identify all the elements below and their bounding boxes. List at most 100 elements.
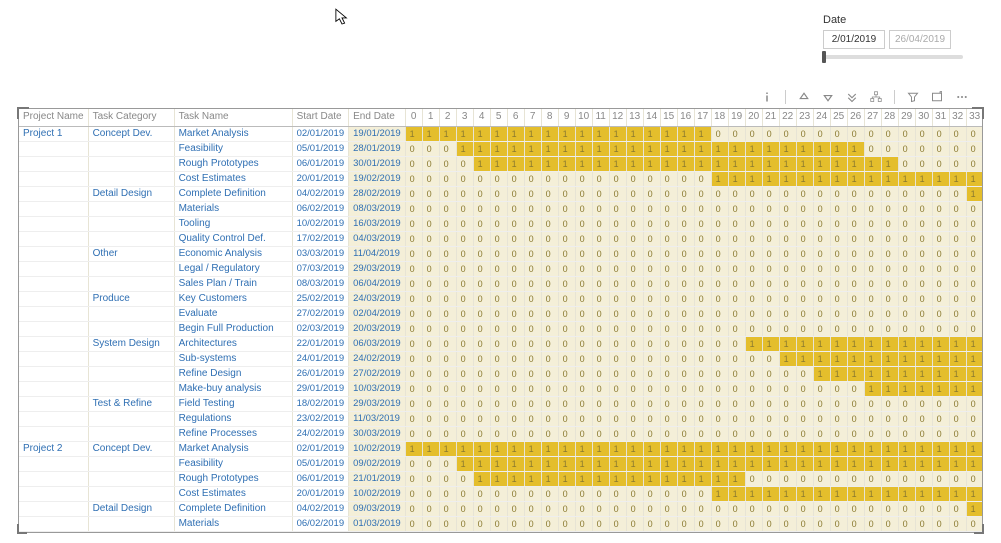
matrix-cell[interactable]: 1 <box>830 441 847 456</box>
matrix-cell[interactable]: 0 <box>915 141 932 156</box>
matrix-cell[interactable]: 0 <box>881 426 898 441</box>
task-cell[interactable]: Key Customers <box>174 291 292 306</box>
category-cell[interactable]: Other <box>88 246 174 261</box>
matrix-cell[interactable]: 1 <box>745 141 762 156</box>
matrix-cell[interactable]: 0 <box>643 381 660 396</box>
matrix-cell[interactable]: 0 <box>728 351 745 366</box>
matrix-cell[interactable]: 0 <box>541 516 558 531</box>
matrix-cell[interactable]: 0 <box>609 171 626 186</box>
matrix-cell[interactable]: 1 <box>643 456 660 471</box>
matrix-cell[interactable]: 1 <box>796 486 813 501</box>
end-date-cell[interactable]: 06/03/2019 <box>349 336 406 351</box>
matrix-cell[interactable]: 0 <box>898 291 915 306</box>
matrix-cell[interactable]: 1 <box>847 351 864 366</box>
category-cell[interactable]: Produce <box>88 291 174 306</box>
matrix-cell[interactable]: 1 <box>762 171 779 186</box>
matrix-cell[interactable]: 1 <box>558 126 575 141</box>
matrix-cell[interactable]: 0 <box>575 516 592 531</box>
task-cell[interactable]: Refine Design <box>174 366 292 381</box>
matrix-cell[interactable]: 0 <box>898 246 915 261</box>
matrix-cell[interactable]: 1 <box>779 156 796 171</box>
matrix-cell[interactable]: 0 <box>745 321 762 336</box>
matrix-cell[interactable]: 0 <box>864 516 881 531</box>
matrix-cell[interactable]: 1 <box>558 456 575 471</box>
matrix-cell[interactable]: 0 <box>507 426 524 441</box>
matrix-cell[interactable]: 1 <box>949 381 966 396</box>
date-slider-handle[interactable] <box>822 51 826 63</box>
matrix-cell[interactable]: 0 <box>796 201 813 216</box>
project-cell[interactable] <box>19 291 88 306</box>
matrix-cell[interactable]: 0 <box>456 471 473 486</box>
matrix-cell[interactable]: 1 <box>813 486 830 501</box>
matrix-cell[interactable]: 0 <box>881 186 898 201</box>
matrix-cell[interactable]: 0 <box>847 411 864 426</box>
matrix-cell[interactable]: 0 <box>439 471 456 486</box>
matrix-cell[interactable]: 0 <box>575 171 592 186</box>
matrix-cell[interactable]: 1 <box>575 456 592 471</box>
matrix-cell[interactable]: 1 <box>915 351 932 366</box>
matrix-cell[interactable]: 0 <box>898 201 915 216</box>
matrix-cell[interactable]: 0 <box>966 426 982 441</box>
matrix-cell[interactable]: 0 <box>558 261 575 276</box>
matrix-cell[interactable]: 1 <box>745 456 762 471</box>
matrix-cell[interactable]: 0 <box>422 186 439 201</box>
matrix-cell[interactable]: 0 <box>677 336 694 351</box>
end-date-cell[interactable]: 29/03/2019 <box>349 396 406 411</box>
project-cell[interactable] <box>19 471 88 486</box>
matrix-cell[interactable]: 0 <box>881 126 898 141</box>
end-date-cell[interactable]: 16/03/2019 <box>349 216 406 231</box>
matrix-cell[interactable]: 1 <box>881 366 898 381</box>
category-cell[interactable]: System Design <box>88 336 174 351</box>
matrix-cell[interactable]: 0 <box>762 291 779 306</box>
end-date-cell[interactable]: 24/02/2019 <box>349 351 406 366</box>
start-date-cell[interactable]: 24/01/2019 <box>292 351 349 366</box>
matrix-cell[interactable]: 0 <box>609 186 626 201</box>
matrix-cell[interactable]: 0 <box>405 366 422 381</box>
matrix-cell[interactable]: 0 <box>694 351 711 366</box>
matrix-cell[interactable]: 0 <box>422 171 439 186</box>
matrix-cell[interactable]: 0 <box>473 381 490 396</box>
matrix-cell[interactable]: 1 <box>660 126 677 141</box>
matrix-cell[interactable]: 1 <box>949 171 966 186</box>
matrix-cell[interactable]: 1 <box>677 141 694 156</box>
matrix-cell[interactable]: 1 <box>490 141 507 156</box>
matrix-cell[interactable]: 1 <box>745 441 762 456</box>
matrix-cell[interactable]: 0 <box>966 231 982 246</box>
category-cell[interactable] <box>88 366 174 381</box>
matrix-cell[interactable]: 1 <box>745 171 762 186</box>
end-date-cell[interactable]: 02/04/2019 <box>349 306 406 321</box>
matrix-cell[interactable]: 1 <box>915 441 932 456</box>
end-date-cell[interactable]: 27/02/2019 <box>349 366 406 381</box>
matrix-cell[interactable]: 0 <box>490 231 507 246</box>
category-cell[interactable]: Concept Dev. <box>88 126 174 141</box>
matrix-cell[interactable]: 0 <box>490 411 507 426</box>
matrix-cell[interactable]: 1 <box>745 336 762 351</box>
matrix-cell[interactable]: 0 <box>422 156 439 171</box>
matrix-cell[interactable]: 0 <box>490 291 507 306</box>
matrix-cell[interactable]: 0 <box>745 306 762 321</box>
col-header-project[interactable]: Project Name <box>19 109 88 126</box>
matrix-cell[interactable]: 0 <box>592 411 609 426</box>
matrix-cell[interactable]: 0 <box>490 501 507 516</box>
matrix-cell[interactable]: 0 <box>796 531 813 532</box>
matrix-cell[interactable]: 0 <box>456 216 473 231</box>
matrix-cell[interactable]: 0 <box>694 366 711 381</box>
matrix-cell[interactable]: 0 <box>609 426 626 441</box>
matrix-cell[interactable]: 1 <box>966 171 982 186</box>
task-cell[interactable]: Field Testing <box>174 396 292 411</box>
matrix-cell[interactable]: 0 <box>915 126 932 141</box>
matrix-cell[interactable]: 0 <box>439 141 456 156</box>
project-cell[interactable] <box>19 186 88 201</box>
project-cell[interactable] <box>19 336 88 351</box>
matrix-cell[interactable]: 0 <box>796 516 813 531</box>
matrix-cell[interactable]: 0 <box>490 171 507 186</box>
matrix-cell[interactable]: 1 <box>592 156 609 171</box>
matrix-cell[interactable]: 0 <box>422 276 439 291</box>
matrix-cell[interactable]: 0 <box>932 501 949 516</box>
matrix-cell[interactable]: 1 <box>541 441 558 456</box>
matrix-cell[interactable]: 0 <box>796 186 813 201</box>
matrix-cell[interactable]: 0 <box>898 216 915 231</box>
matrix-cell[interactable]: 0 <box>541 486 558 501</box>
matrix-cell[interactable]: 1 <box>507 441 524 456</box>
matrix-cell[interactable]: 0 <box>439 351 456 366</box>
